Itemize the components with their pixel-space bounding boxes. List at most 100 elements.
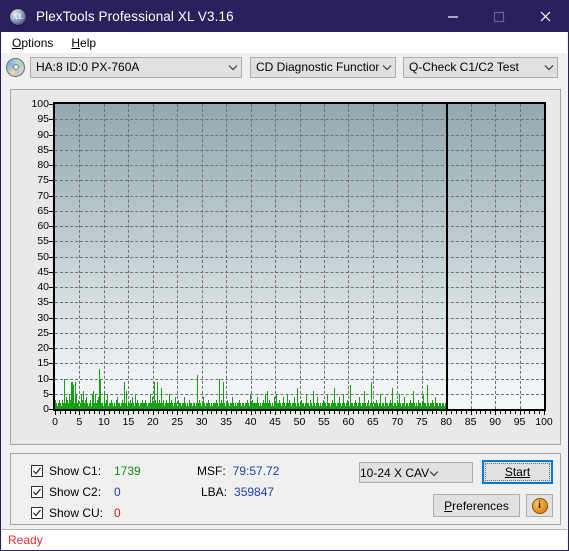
gridline-vertical (226, 104, 228, 409)
drive-select-value: HA:8 ID:0 PX-760A (36, 60, 140, 74)
x-axis-tick-mark (348, 411, 350, 415)
status-text: Ready (8, 533, 43, 547)
y-axis-tick-label: 45 (37, 265, 49, 278)
gridline-horizontal (55, 348, 544, 349)
gridline-horizontal (55, 119, 544, 121)
x-axis-minor-tick (431, 411, 433, 414)
x-axis-tick-mark (372, 411, 374, 415)
show-c2-label: Show C2: (49, 485, 102, 499)
y-axis-tick-label: 5 (43, 387, 49, 400)
x-axis-minor-tick (426, 411, 428, 414)
show-c1-checkbox[interactable] (31, 465, 43, 477)
c1-count-value: 1739 (114, 464, 141, 478)
x-axis-tick-mark (397, 411, 399, 415)
x-axis-minor-tick (475, 411, 477, 414)
x-axis-minor-tick (108, 411, 110, 414)
x-axis-minor-tick (504, 411, 506, 414)
x-axis-minor-tick (485, 411, 487, 414)
x-axis-tick-mark (544, 411, 545, 415)
info-button[interactable]: i (526, 494, 553, 517)
x-axis-minor-tick (539, 411, 541, 414)
show-c1-row[interactable]: Show C1: 1739 (31, 464, 141, 478)
menu-item-help[interactable]: Help (63, 35, 104, 51)
window-controls (430, 1, 568, 32)
x-axis-minor-tick (509, 411, 511, 414)
y-axis-tick-label: 90 (37, 128, 49, 141)
y-axis-tick-label: 15 (37, 357, 49, 370)
x-axis-minor-tick (64, 411, 66, 414)
gridline-horizontal (55, 226, 544, 227)
chevron-down-icon (429, 466, 439, 480)
x-axis-tick-mark (55, 411, 56, 415)
drive-select[interactable]: HA:8 ID:0 PX-760A (30, 56, 242, 78)
x-axis-minor-tick (260, 411, 262, 414)
menu-item-options[interactable]: Options (4, 35, 61, 51)
x-axis-minor-tick (211, 411, 213, 414)
gridline-horizontal (55, 363, 544, 365)
speed-select-value: 10-24 X CAV (360, 465, 430, 480)
start-button[interactable]: Start (482, 460, 553, 484)
x-axis-minor-tick (289, 411, 291, 414)
cu-count-value: 0 (114, 506, 121, 520)
x-axis-minor-tick (182, 411, 184, 414)
x-axis-minor-tick (367, 411, 369, 414)
x-axis-tick-mark (421, 411, 423, 415)
gridline-vertical (421, 104, 423, 409)
gridline-horizontal (55, 241, 544, 243)
x-axis-minor-tick (382, 411, 384, 414)
y-axis-tick-label: 70 (37, 189, 49, 202)
chart: 0 5 10 15 20 25 30 35 40 45 50 55 60 65 70 75 80 85 90 95 10… (11, 90, 560, 444)
title-bar: XL PlexTools Professional XL V3.16 (1, 1, 568, 32)
gridline-vertical (299, 104, 301, 409)
maximize-button[interactable] (476, 1, 522, 32)
gridline-vertical (152, 104, 154, 409)
speed-select[interactable]: 10-24 X CAV (359, 462, 473, 483)
x-axis-minor-tick (221, 411, 223, 414)
x-axis-minor-tick (309, 411, 311, 414)
x-axis-tick-mark (103, 411, 105, 415)
x-axis-minor-tick (191, 411, 193, 414)
gridline-horizontal (55, 134, 544, 136)
x-axis-minor-tick (118, 411, 120, 414)
chevron-down-icon (540, 64, 557, 71)
x-axis-tick-mark (250, 411, 252, 415)
minimize-button[interactable] (430, 1, 476, 32)
x-axis-minor-tick (314, 411, 316, 414)
preferences-button[interactable]: Preferences (433, 494, 520, 517)
x-axis-tick-mark (128, 411, 130, 415)
x-axis-minor-tick (255, 411, 257, 414)
gridline-vertical (323, 104, 325, 409)
x-axis-tick-mark (446, 411, 448, 415)
close-button[interactable] (522, 1, 568, 32)
gridline-vertical (519, 104, 521, 409)
show-cu-label: Show CU: (49, 506, 104, 520)
gridline-horizontal (55, 210, 544, 212)
x-axis-minor-tick (147, 411, 149, 414)
y-axis-tick-label: 50 (37, 250, 49, 263)
y-axis-tick-label: 95 (37, 113, 49, 126)
menu-item-options-label: ptions (21, 35, 54, 50)
x-axis-tick-mark (201, 411, 203, 415)
y-axis-tick-label: 30 (37, 311, 49, 324)
gridline-horizontal (55, 256, 544, 258)
msf-label: MSF: (197, 464, 226, 478)
x-axis-minor-tick (387, 411, 389, 414)
x-axis-minor-tick (460, 411, 462, 414)
gridline-vertical (397, 104, 399, 409)
function-select[interactable]: CD Diagnostic Functions (250, 56, 396, 78)
test-select[interactable]: Q-Check C1/C2 Test (403, 56, 558, 78)
application-window: XL PlexTools Professional XL V3.16 Optio… (0, 0, 569, 551)
show-cu-row[interactable]: Show CU: 0 (31, 506, 121, 520)
show-c2-checkbox[interactable] (31, 486, 43, 498)
preferences-button-label: references (452, 498, 509, 513)
gridline-horizontal (55, 393, 544, 395)
x-axis-minor-tick (133, 411, 135, 414)
x-axis-tick-label: 100 (535, 416, 553, 428)
function-select-value: CD Diagnostic Functions (256, 60, 380, 74)
gridline-horizontal (55, 332, 544, 334)
show-cu-checkbox[interactable] (31, 507, 43, 519)
show-c2-row[interactable]: Show C2: 0 (31, 485, 121, 499)
x-axis-minor-tick (358, 411, 360, 414)
x-axis-tick-mark (519, 411, 521, 415)
x-axis-tick-mark (470, 411, 472, 415)
